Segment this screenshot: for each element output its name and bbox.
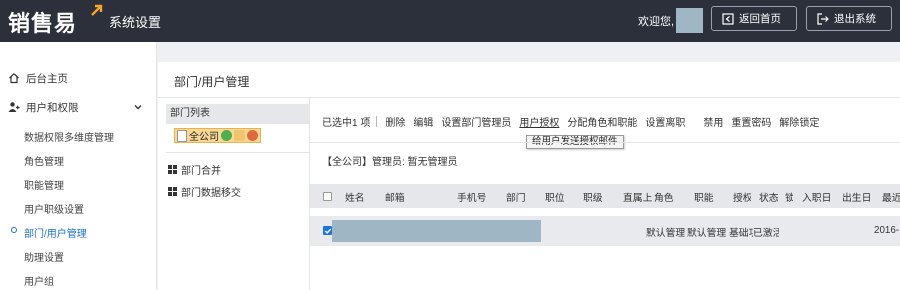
home-button[interactable]: 返回首页	[711, 6, 797, 31]
department-admin-info: 【全公司】管理员: 暂无管理员	[322, 157, 458, 168]
logo-text: 销售易	[8, 11, 78, 36]
column-header-phone[interactable]: 手机号	[457, 190, 486, 204]
column-header-email[interactable]: 邮箱	[385, 190, 405, 204]
column-header-supervisor[interactable]: 直属上	[623, 190, 653, 204]
column-header-level[interactable]: 职级	[583, 190, 603, 204]
row-function: 默认管理	[687, 228, 727, 239]
top-bar: 销售易 系统设置 欢迎您, 返回首页 退出系统	[0, 0, 900, 42]
sidebar-item-user-groups[interactable]: 用户组	[24, 273, 54, 288]
grid-icon	[168, 187, 177, 196]
page-title: 部门/用户管理	[174, 75, 250, 89]
home-icon	[9, 72, 19, 84]
tree-node-company[interactable]: 全公司	[174, 128, 261, 143]
table-header: 姓名 邮箱 手机号 部门 职位 职级 直属上 角色 职能 授权 状态 锁 入职日…	[310, 184, 900, 208]
sidebar-group-users-label: 用户和权限	[26, 101, 79, 114]
divider	[158, 97, 900, 98]
set-dept-admin-button[interactable]: 设置部门管理员	[441, 114, 511, 129]
column-header-authorization[interactable]: 授权	[733, 190, 751, 204]
logout-button-label: 退出系统	[834, 13, 876, 25]
column-header-hire-date[interactable]: 入职日	[802, 190, 838, 204]
column-header-birth-date[interactable]: 出生日	[842, 190, 878, 204]
set-resign-button[interactable]: 设置离职	[645, 114, 685, 129]
column-header-function[interactable]: 职能	[694, 190, 714, 204]
row-recent: 2016-	[874, 225, 900, 236]
sidebar-item-dept-user[interactable]: 部门/用户管理	[24, 225, 87, 240]
merge-departments-link[interactable]: 部门合并	[168, 162, 221, 177]
main-panel: 部门/用户管理 部门列表 全公司 部门合并 部门数据移交 已选中1 项 删除 编…	[158, 62, 900, 290]
app-title: 系统设置	[109, 15, 162, 30]
disable-button[interactable]: 禁用	[703, 114, 723, 129]
divider	[166, 152, 309, 153]
column-header-recent[interactable]: 最近	[882, 190, 900, 204]
edit-button[interactable]: 编辑	[413, 114, 433, 129]
sidebar-item-assistant[interactable]: 助理设置	[24, 249, 64, 264]
divider	[310, 142, 900, 143]
column-header-position[interactable]: 职位	[545, 190, 565, 204]
column-header-lock[interactable]: 锁	[785, 190, 793, 204]
add-icon[interactable]	[221, 130, 232, 141]
transfer-department-data-label: 部门数据移交	[181, 188, 241, 199]
tree-header: 部门列表	[166, 104, 309, 124]
sidebar-item-home-label: 后台主页	[26, 72, 68, 85]
check-icon	[324, 228, 332, 234]
home-icon	[722, 12, 734, 25]
redacted-user-info	[332, 220, 541, 242]
table-row[interactable]: 默认管理 默认管理 基础功 已激活 2016-	[310, 216, 900, 246]
chevron-down-icon	[134, 105, 142, 110]
merge-departments-label: 部门合并	[181, 166, 221, 177]
row-checkbox[interactable]	[323, 226, 332, 235]
sidebar: 后台主页 用户和权限 数据权限多维度管理 角色管理 职能管理 用户职级设置 部门…	[0, 42, 157, 290]
assign-roles-button[interactable]: 分配角色和职能	[567, 114, 637, 129]
logout-button[interactable]: 退出系统	[806, 6, 892, 31]
tree-node-label: 全公司	[189, 132, 219, 143]
delete-icon[interactable]	[247, 130, 258, 141]
avatar[interactable]	[676, 8, 703, 33]
user-authorize-button[interactable]: 用户授权	[519, 114, 559, 129]
sidebar-item-home[interactable]: 后台主页	[0, 69, 157, 87]
selection-count: 已选中1 项	[322, 117, 371, 129]
action-toolbar: 已选中1 项 删除 编辑 设置部门管理员 用户授权 分配角色和职能 设置离职 禁…	[322, 114, 827, 129]
home-button-label: 返回首页	[739, 13, 781, 25]
logout-icon	[817, 12, 829, 25]
logo-arrow-icon	[91, 4, 103, 16]
row-role: 默认管理	[646, 228, 686, 239]
column-header-status[interactable]: 状态	[759, 190, 779, 204]
active-indicator-icon	[11, 227, 17, 233]
column-header-department[interactable]: 部门	[506, 190, 526, 204]
select-all-checkbox[interactable]	[323, 192, 332, 201]
sidebar-item-data-permission[interactable]: 数据权限多维度管理	[24, 129, 114, 144]
row-status: 已激活	[753, 228, 779, 239]
column-header-name[interactable]: 姓名	[345, 190, 365, 204]
unlock-button[interactable]: 解除锁定	[779, 114, 819, 129]
edit-icon[interactable]	[234, 130, 245, 141]
department-tree: 部门列表 全公司 部门合并 部门数据移交	[166, 104, 309, 290]
document-icon	[177, 129, 187, 142]
row-authorization: 基础功	[729, 228, 753, 239]
welcome-text: 欢迎您,	[638, 16, 675, 28]
delete-button[interactable]: 删除	[385, 114, 405, 129]
reset-password-button[interactable]: 重置密码	[731, 114, 771, 129]
sidebar-group-users[interactable]: 用户和权限	[0, 98, 157, 116]
grid-icon	[168, 165, 177, 174]
transfer-department-data-link[interactable]: 部门数据移交	[168, 184, 241, 199]
divider	[376, 115, 378, 127]
sidebar-item-roles[interactable]: 角色管理	[24, 153, 64, 168]
users-icon	[8, 102, 20, 112]
column-header-role[interactable]: 角色	[654, 190, 674, 204]
sidebar-item-user-levels[interactable]: 用户职级设置	[24, 201, 84, 216]
sidebar-item-functions[interactable]: 职能管理	[24, 177, 64, 192]
